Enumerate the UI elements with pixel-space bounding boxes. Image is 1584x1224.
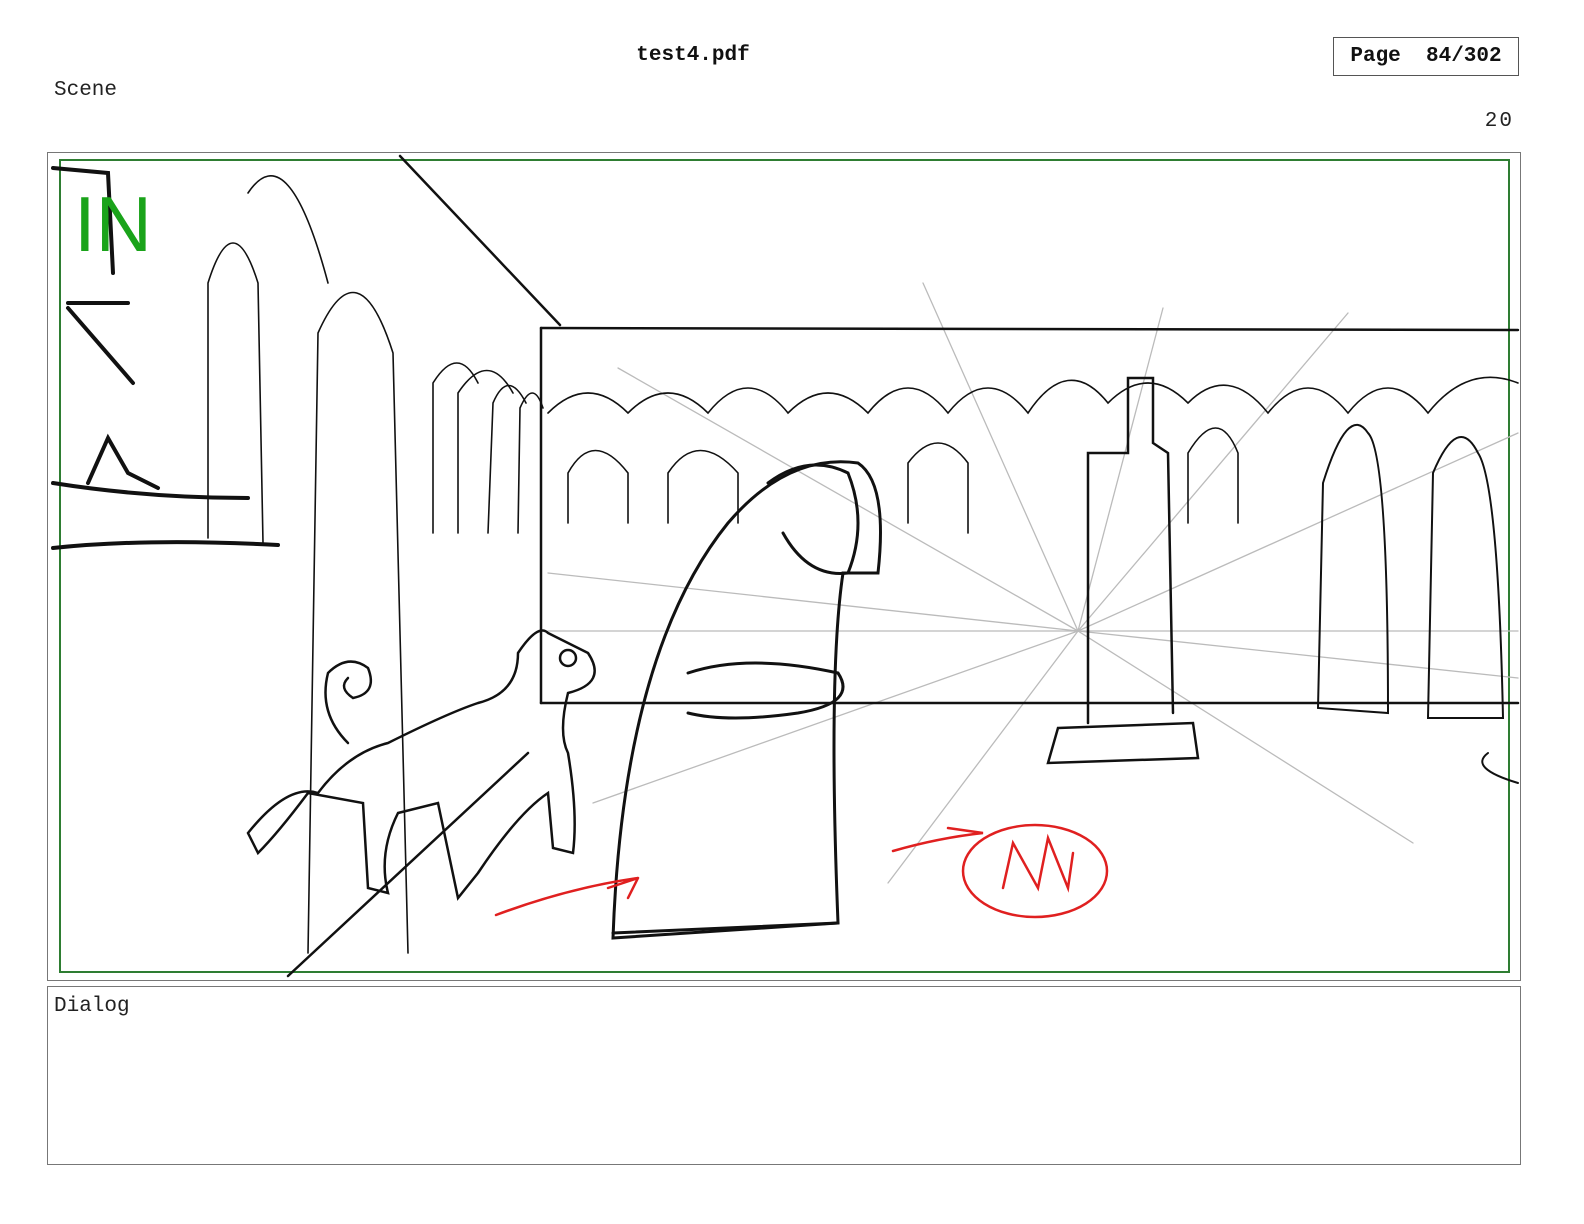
red-annotation — [494, 823, 1109, 919]
scene-number: 20 — [1484, 110, 1514, 133]
in-marker: IN — [74, 180, 152, 268]
statue — [1046, 376, 1200, 765]
safe-frame — [59, 159, 1510, 973]
storyboard-sketch — [51, 154, 1520, 978]
page-indicator: Page 84/302 — [1333, 37, 1519, 76]
hooded-figure — [611, 460, 882, 940]
perspective-lines — [547, 282, 1519, 884]
document-title: test4.pdf — [636, 44, 750, 67]
dog — [246, 629, 596, 901]
dialog-box: Dialog — [47, 986, 1521, 1165]
dialog-label: Dialog — [54, 995, 130, 1018]
scene-label: Scene — [54, 79, 118, 102]
storyboard-panel: IN — [47, 152, 1521, 981]
